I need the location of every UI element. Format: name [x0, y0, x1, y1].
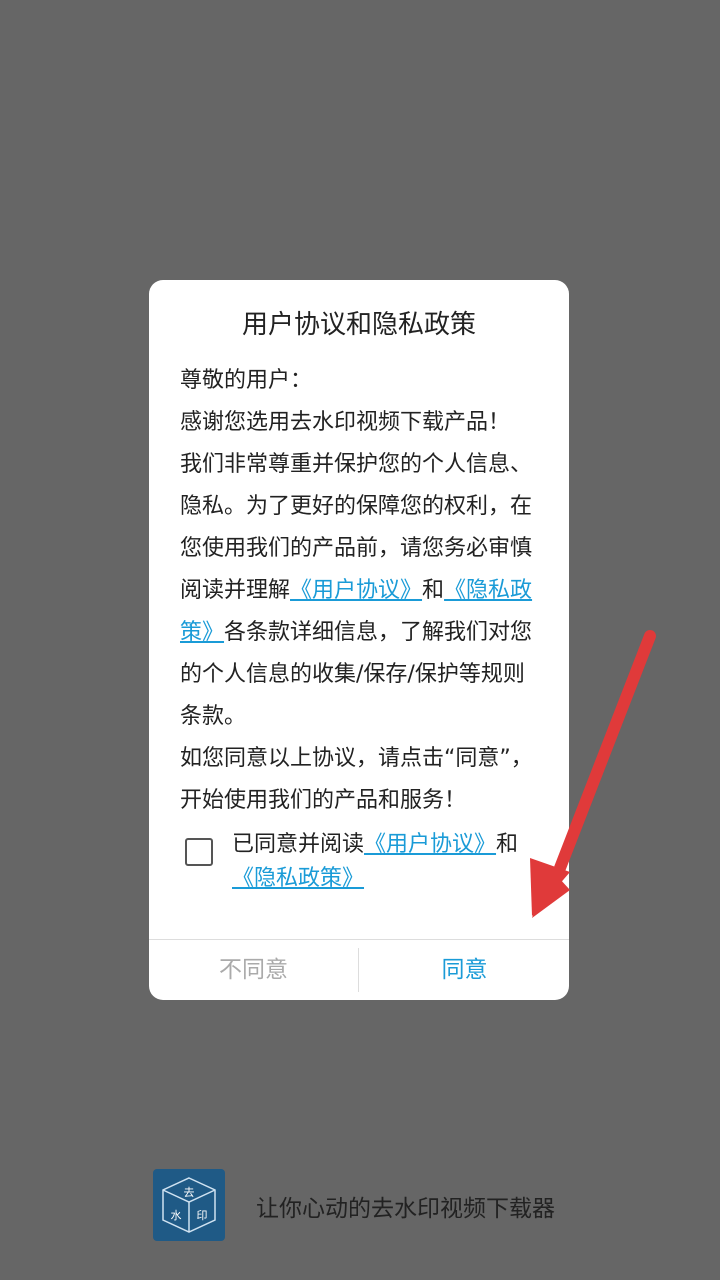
logo-char-1: 去 [184, 1186, 195, 1199]
dialog-footer: 不同意 同意 [149, 939, 569, 1000]
checkbox-user-agreement-link[interactable]: 《用户协议》 [364, 832, 496, 857]
screen: 用户协议和隐私政策 尊敬的用户： 感谢您选用去水印视频下载产品！ 我们非常尊重并… [0, 0, 720, 1280]
consent-label: 已同意并阅读《用户协议》和《隐私政策》 [232, 828, 542, 896]
logo-char-3: 印 [197, 1209, 208, 1222]
dialog-body: 尊敬的用户： 感谢您选用去水印视频下载产品！ 我们非常尊重并保护您的个人信息、隐… [180, 360, 540, 822]
policy-paragraph: 我们非常尊重并保护您的个人信息、隐私。为了更好的保障您的权利，在您使用我们的产品… [180, 444, 540, 738]
watermark-cube-logo-icon: 去 水 印 [153, 1169, 225, 1241]
thanks-text: 感谢您选用去水印视频下载产品！ [180, 410, 511, 435]
policy-text-2: 各条款详细信息，了解我们对您的个人信息的收集/保存/保护等规则条款。 [180, 620, 533, 729]
user-agreement-link[interactable]: 《用户协议》 [290, 578, 422, 603]
consent-label-text: 已同意并阅读 [232, 832, 365, 857]
and-text: 和 [422, 578, 445, 603]
dialog-title: 用户协议和隐私政策 [241, 310, 476, 340]
greeting-text: 尊敬的用户： [180, 368, 313, 393]
checkbox-and-text: 和 [496, 832, 519, 857]
brand-slogan: 让你心动的去水印视频下载器 [256, 1196, 555, 1222]
consent-instruction-text: 如您同意以上协议，请点击“同意”，开始使用我们的产品和服务！ [180, 746, 533, 813]
consent-checkbox[interactable] [185, 838, 213, 866]
agree-button[interactable]: 同意 [360, 940, 569, 1000]
logo-char-2: 水 [171, 1209, 182, 1222]
checkbox-privacy-policy-link[interactable]: 《隐私政策》 [232, 866, 364, 891]
brand-footer: 去 水 印 让你心动的去水印视频下载器 [153, 1169, 593, 1241]
red-arrow-icon [530, 630, 656, 918]
disagree-button[interactable]: 不同意 [149, 940, 358, 1000]
agreement-dialog: 用户协议和隐私政策 尊敬的用户： 感谢您选用去水印视频下载产品！ 我们非常尊重并… [149, 280, 569, 1000]
button-divider [358, 948, 359, 992]
